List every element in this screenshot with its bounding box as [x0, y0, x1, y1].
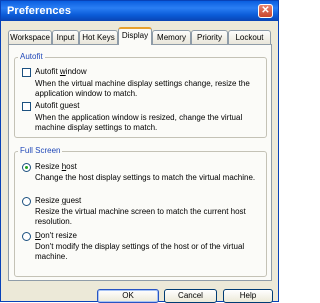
tab-priority[interactable]: Priority: [191, 30, 228, 44]
autofit-window-label[interactable]: Autofit window: [35, 67, 87, 76]
tab-lockout[interactable]: Lockout: [228, 30, 271, 44]
radio-selected-dot: [25, 166, 28, 169]
full-screen-legend: Full Screen: [18, 146, 63, 155]
ok-button[interactable]: OK: [97, 289, 159, 303]
close-button[interactable]: ✕: [258, 4, 273, 18]
dont-resize-label[interactable]: Don't resize: [35, 231, 77, 240]
autofit-window-description: When the virtual machine display setting…: [35, 79, 250, 98]
tab-workspace[interactable]: Workspace: [8, 30, 52, 44]
help-button[interactable]: Help: [223, 289, 273, 303]
resize-host-radio[interactable]: [22, 163, 31, 172]
tab-hot-keys[interactable]: Hot Keys: [79, 30, 118, 44]
title-bar[interactable]: Preferences ✕: [1, 1, 278, 21]
display-tab-panel: Autofit Autofit window When the virtual …: [8, 44, 272, 281]
tab-input[interactable]: Input: [52, 30, 79, 44]
resize-guest-label[interactable]: Resize guest: [35, 196, 81, 205]
resize-host-label[interactable]: Resize host: [35, 162, 77, 171]
preferences-dialog: Preferences ✕ Workspace Input Hot Keys D…: [0, 0, 279, 303]
window-title: Preferences: [7, 5, 72, 17]
dont-resize-radio[interactable]: [22, 232, 31, 241]
tab-display[interactable]: Display: [118, 27, 152, 45]
dont-resize-description: Don't modify the display settings of the…: [35, 242, 245, 261]
resize-guest-radio[interactable]: [22, 197, 31, 206]
autofit-guest-label[interactable]: Autofit guest: [35, 101, 79, 110]
autofit-guest-description: When the application window is resized, …: [35, 113, 243, 132]
resize-host-description: Change the host display settings to matc…: [35, 173, 256, 182]
autofit-guest-checkbox[interactable]: [22, 102, 31, 111]
autofit-window-checkbox[interactable]: [22, 68, 31, 77]
close-icon: ✕: [261, 5, 270, 16]
cancel-button[interactable]: Cancel: [164, 289, 217, 303]
tab-memory[interactable]: Memory: [152, 30, 191, 44]
resize-guest-description: Resize the virtual machine screen to mat…: [35, 207, 246, 226]
autofit-legend: Autofit: [18, 52, 45, 61]
